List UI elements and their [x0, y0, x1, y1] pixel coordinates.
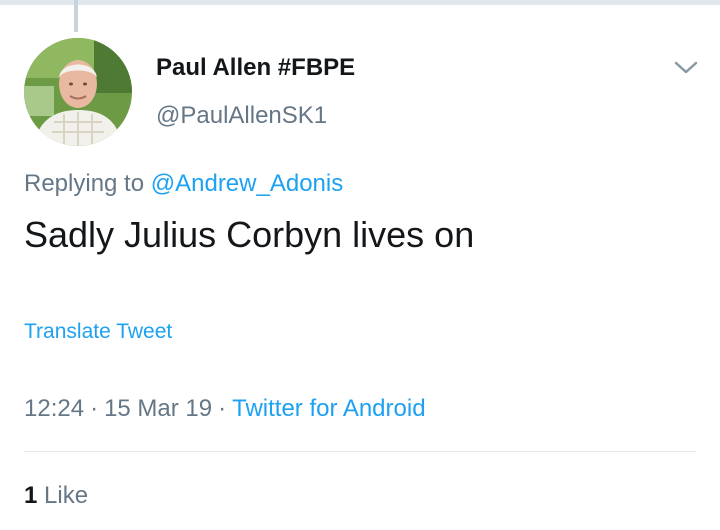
like-count-number: 1 — [24, 482, 38, 509]
reply-target-link[interactable]: @Andrew_Adonis — [151, 170, 343, 197]
tweet-date: 15 Mar 19 — [104, 395, 213, 422]
avatar-image — [24, 38, 132, 146]
separator-dot: · — [218, 395, 227, 422]
tweet-source-link[interactable]: Twitter for Android — [232, 395, 425, 422]
separator-dot: · — [90, 395, 99, 422]
replying-prefix: Replying to — [24, 170, 145, 197]
tweet-text: Sadly Julius Corbyn lives on — [24, 214, 475, 255]
tweet-time: 12:24 — [24, 395, 85, 422]
thread-connector-line — [74, 0, 78, 32]
top-divider — [0, 0, 720, 5]
display-name[interactable]: Paul Allen #FBPE — [156, 54, 355, 82]
divider — [24, 451, 696, 452]
tweet-detail: Paul Allen #FBPE @PaulAllenSK1 Replying … — [0, 0, 720, 530]
translate-tweet-link[interactable]: Translate Tweet — [24, 320, 172, 344]
chevron-down-icon[interactable] — [672, 56, 700, 78]
like-label: Like — [44, 482, 89, 509]
tweet-metadata: 12:24 · 15 Mar 19 · Twitter for Android — [24, 395, 426, 423]
likes-count[interactable]: 1 Like — [24, 482, 88, 510]
user-handle[interactable]: @PaulAllenSK1 — [156, 102, 327, 130]
replying-to: Replying to @Andrew_Adonis — [24, 170, 343, 198]
avatar[interactable] — [24, 38, 132, 146]
